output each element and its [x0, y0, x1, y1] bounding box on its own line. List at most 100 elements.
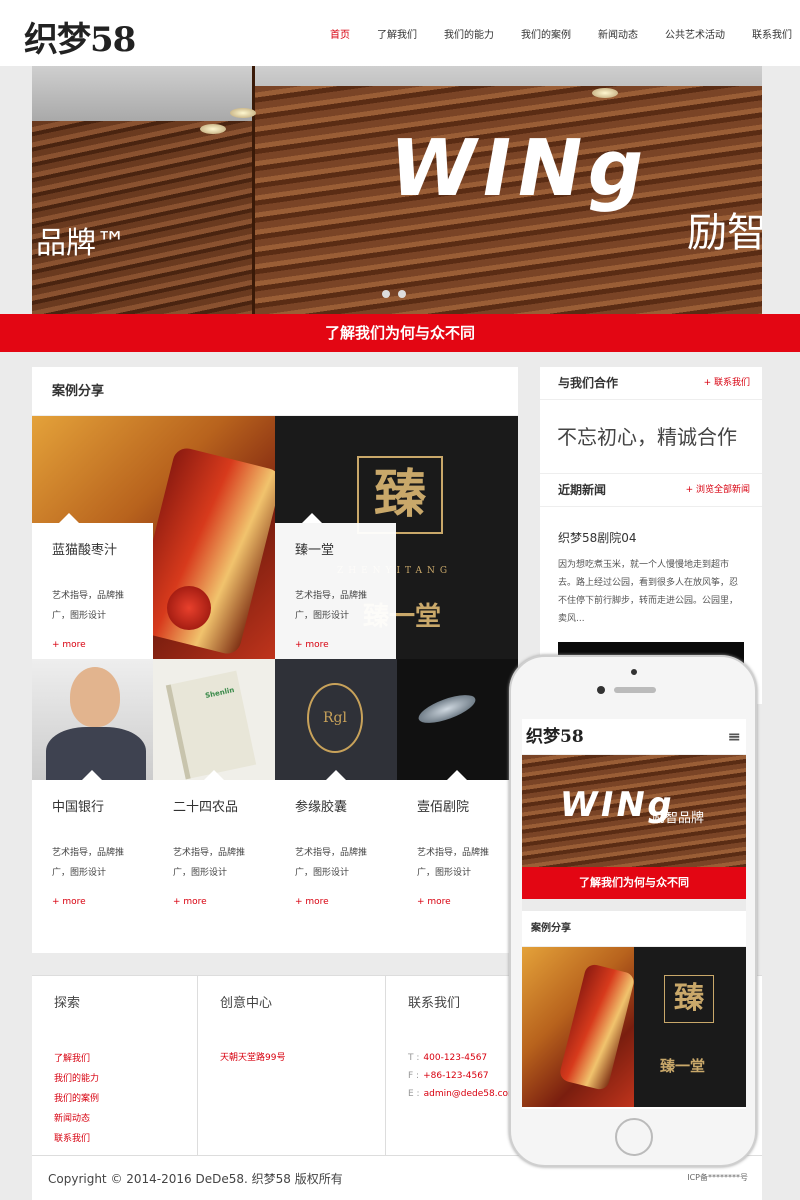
case-more-link[interactable]: + more	[417, 897, 498, 907]
case-name: 参缘胶囊	[295, 800, 348, 815]
hamburger-menu-icon[interactable]: ≡	[728, 719, 741, 755]
case-more-link[interactable]: + more	[52, 897, 133, 907]
phone-home-button[interactable]	[615, 1118, 653, 1156]
case-desc: 艺术指导，品牌推广，图形设计	[173, 848, 246, 878]
contact-us-link[interactable]: + 联系我们	[704, 367, 750, 399]
carousel-dots	[382, 290, 406, 298]
carousel-dot[interactable]	[398, 290, 406, 298]
nav-capability[interactable]: 我们的能力	[444, 26, 494, 41]
mobile-banner[interactable]: WINg 励智品牌	[522, 755, 746, 867]
nav-news[interactable]: 新闻动态	[598, 26, 638, 41]
nav-cases[interactable]: 我们的案例	[521, 26, 571, 41]
case-name: 壹佰剧院	[417, 800, 470, 815]
case-desc: 艺术指导，品牌推广，图形设计	[52, 591, 125, 621]
carousel-dot[interactable]	[382, 290, 390, 298]
card-notch	[204, 770, 224, 780]
case-card-1[interactable]: 蓝猫酸枣汁 艺术指导，品牌推广，图形设计 + more	[32, 523, 153, 659]
main-nav: 首页 了解我们 我们的能力 我们的案例 新闻动态 公共艺术活动 联系我们	[330, 26, 792, 41]
footer-email: E : admin@dede58.com	[408, 1085, 517, 1103]
case-desc: 艺术指导，品牌推广，图形设计	[295, 848, 368, 878]
case-image-shenyuan[interactable]: Rgl	[275, 659, 397, 780]
case-image-yibai[interactable]	[397, 659, 518, 780]
about-red-bar[interactable]: 了解我们为何与众不同	[0, 314, 800, 352]
mobile-case-image-zhenyitang[interactable]: 臻 臻一堂	[634, 947, 746, 1107]
nav-about[interactable]: 了解我们	[377, 26, 417, 41]
case-name: 中国银行	[52, 800, 105, 815]
case-more-link[interactable]: + more	[295, 640, 376, 650]
footer-link-cases[interactable]: 我们的案例	[54, 1089, 175, 1109]
footer-fax: F : +86-123-4567	[408, 1067, 514, 1085]
email-label: E :	[408, 1089, 420, 1099]
news-header: 近期新闻 + 浏览全部新闻	[540, 474, 762, 507]
footer-link-capability[interactable]: 我们的能力	[54, 1069, 175, 1089]
case-card-5[interactable]: 参缘胶囊 艺术指导，品牌推广，图形设计 + more	[275, 780, 397, 930]
footer-link-contact[interactable]: 联系我们	[54, 1129, 175, 1149]
footer-contact-title: 联系我们	[408, 996, 461, 1011]
phone-sensor-icon	[631, 669, 637, 675]
coop-title: 与我们合作	[558, 376, 619, 390]
nav-home[interactable]: 首页	[330, 26, 350, 41]
card-notch	[59, 513, 79, 523]
case-more-link[interactable]: + more	[295, 897, 377, 907]
icp-number[interactable]: ICP备********号	[687, 1172, 748, 1183]
mobile-case-tiles: 臻 臻一堂	[522, 947, 746, 1107]
case-card-3[interactable]: 中国银行 艺术指导，品牌推广，图形设计 + more	[32, 780, 153, 930]
case-more-link[interactable]: + more	[52, 640, 133, 650]
phone-value[interactable]: 400-123-4567	[423, 1053, 487, 1063]
ceiling-light-icon	[230, 108, 256, 118]
page: 织梦58 首页 了解我们 我们的能力 我们的案例 新闻动态 公共艺术活动 联系我…	[0, 0, 800, 1200]
jujube-fruit	[167, 586, 211, 630]
ceiling-light-icon	[592, 88, 618, 98]
hero-banner[interactable]: WINg 励智 品牌™	[32, 66, 762, 314]
cases-section: 案例分享 臻 ZHENYITANG 臻一堂 蓝猫酸枣汁 艺术指导，品牌推广，图形…	[32, 367, 518, 953]
mobile-seal-logo: 臻	[664, 975, 714, 1023]
all-news-link[interactable]: + 浏览全部新闻	[686, 474, 750, 506]
banner-divider	[252, 66, 255, 314]
case-desc: 艺术指导，品牌推广，图形设计	[295, 591, 368, 621]
mobile-logo[interactable]: 织梦58	[526, 727, 584, 747]
case-name: 蓝猫酸枣汁	[52, 543, 118, 558]
nav-contact[interactable]: 联系我们	[752, 26, 792, 41]
news-item-desc: 因为想吃煮玉米，就一个人慢慢地走到超市去。路上经过公园，看到很多人在放风筝，忍不…	[558, 560, 739, 624]
news-title: 近期新闻	[558, 483, 607, 497]
mobile-seal-text: 臻一堂	[660, 1057, 706, 1075]
mobile-case-image-lanmao[interactable]	[522, 947, 636, 1107]
book-cover	[165, 670, 257, 780]
footer-creative: 创意中心 天朝天堂路99号	[198, 976, 386, 1156]
case-image-24nongpin[interactable]: Shenlin	[153, 659, 275, 780]
footer-address: 天朝天堂路99号	[220, 1053, 286, 1063]
site-header: 织梦58 首页 了解我们 我们的能力 我们的案例 新闻动态 公共艺术活动 联系我…	[0, 0, 800, 66]
footer-creative-title: 创意中心	[220, 996, 273, 1011]
case-card-2[interactable]: 臻一堂 艺术指导，品牌推广，图形设计 + more	[275, 523, 396, 659]
slogan: 不忘初心，精诚合作	[540, 400, 762, 474]
mobile-gap	[522, 899, 746, 911]
footer-phone: T :400-123-4567	[408, 1049, 514, 1067]
sidebar: 与我们合作 + 联系我们 不忘初心，精诚合作 近期新闻 + 浏览全部新闻 织梦5…	[540, 367, 762, 704]
copyright-text: Copyright © 2014-2016 DeDe58. 织梦58 版权所有	[48, 1172, 343, 1186]
case-card-6[interactable]: 壹佰剧院 艺术指导，品牌推广，图形设计 + more	[397, 780, 518, 930]
case-card-4[interactable]: 二十四农品 艺术指导，品牌推广，图形设计 + more	[153, 780, 275, 930]
banner-brand-left: 品牌™	[36, 226, 126, 261]
email-value[interactable]: admin@dede58.com	[424, 1089, 517, 1099]
phone-label: T :	[408, 1053, 420, 1063]
phone-speaker-icon	[614, 687, 656, 693]
card-notch	[326, 770, 346, 780]
case-desc: 艺术指导，品牌推广，图形设计	[417, 848, 490, 878]
footer-link-news[interactable]: 新闻动态	[54, 1109, 175, 1129]
case-image-boc[interactable]	[32, 659, 153, 780]
case-more-link[interactable]: + more	[173, 897, 255, 907]
card-notch	[302, 513, 322, 523]
news-item-title[interactable]: 织梦58剧院04	[558, 529, 744, 546]
footer-explore-title: 探索	[54, 996, 81, 1011]
phone-camera-icon	[597, 686, 605, 694]
logo[interactable]: 织梦58	[24, 12, 136, 61]
ceiling-light-icon	[200, 124, 226, 134]
nav-art-events[interactable]: 公共艺术活动	[665, 26, 725, 41]
mobile-red-bar[interactable]: 了解我们为何与众不同	[522, 867, 746, 899]
banner-brand-cn: 励智	[687, 210, 762, 256]
case-name: 二十四农品	[173, 800, 239, 815]
dancer-silhouette	[415, 689, 479, 729]
seal-emblem: Rgl	[307, 683, 363, 753]
footer-link-about[interactable]: 了解我们	[54, 1049, 175, 1069]
coop-header: 与我们合作 + 联系我们	[540, 367, 762, 400]
